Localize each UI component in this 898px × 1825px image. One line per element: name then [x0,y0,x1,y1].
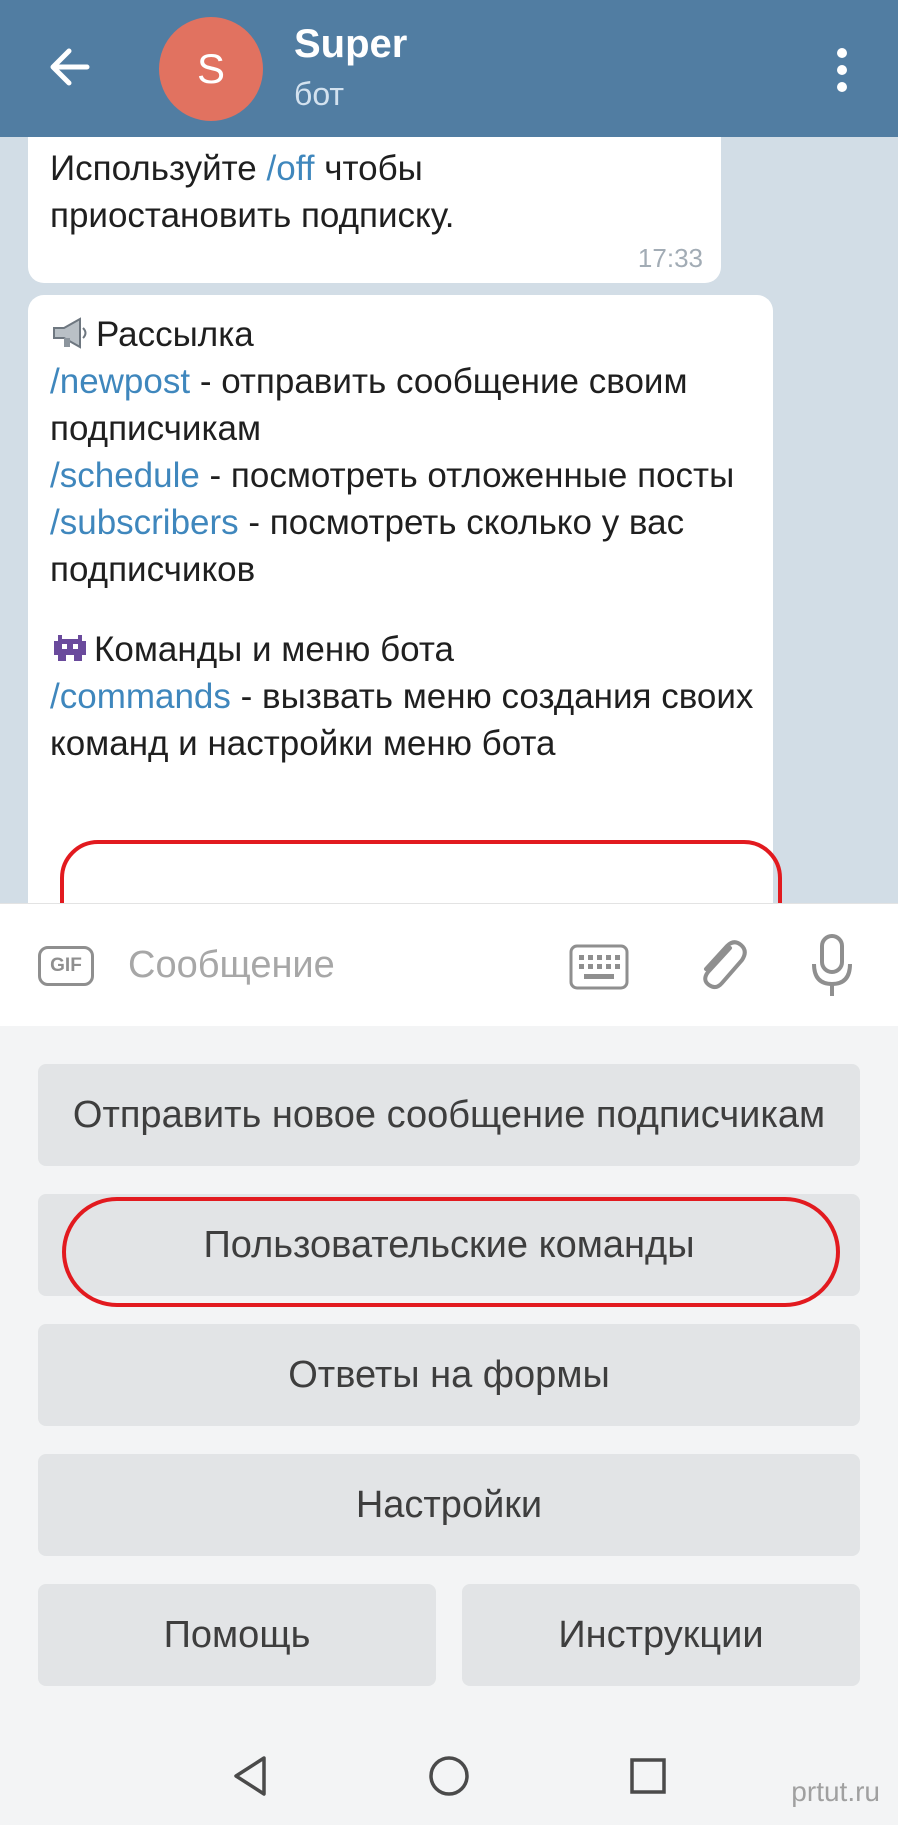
nav-recents-button[interactable] [618,1746,678,1806]
section-title: Команды и меню бота [94,630,454,669]
chat-title[interactable]: Super [294,22,407,67]
nav-home-icon [429,1756,469,1796]
message-text: Рассылка /newpost - отправить сообщение … [50,311,762,767]
nav-back-button[interactable] [220,1746,280,1806]
menu-button[interactable] [820,40,864,100]
nav-back-icon [234,1756,266,1796]
keyboard-button-form-answers[interactable]: Ответы на формы [38,1324,860,1426]
message-bubble[interactable]: Рассылка /newpost - отправить сообщение … [28,295,782,903]
command-link-commands[interactable]: /commands [50,677,231,716]
chat-area[interactable]: Используйте /off чтобы приостановить под… [0,137,898,903]
avatar[interactable]: S [159,17,263,121]
arrow-left-icon [50,48,90,86]
message-input[interactable] [128,934,548,996]
message-bubble[interactable]: Используйте /off чтобы приостановить под… [28,137,721,283]
more-vertical-icon [837,48,847,92]
message-text-prefix: Используйте [50,149,267,188]
nav-home-button[interactable] [419,1746,479,1806]
command-link-off[interactable]: /off [267,149,315,188]
command-link-subscribers[interactable]: /subscribers [50,503,239,542]
message-time: 17:33 [637,243,703,273]
command-link-schedule[interactable]: /schedule [50,456,200,495]
nav-recents-icon [630,1758,666,1794]
keyboard-button-send-new-message[interactable]: Отправить новое сообщение подписчикам [38,1064,860,1166]
section-heading: Команды и меню бота [50,626,762,673]
command-line: /newpost - отправить сообщение своим под… [50,358,762,452]
command-description: - посмотреть отложенные посты [199,456,735,495]
command-line: /schedule - посмотреть отложенные посты [50,452,762,499]
megaphone-icon [53,317,87,349]
keyboard-button-instructions[interactable]: Инструкции [462,1584,860,1686]
gif-button[interactable]: GIF [38,946,94,986]
section-title: Рассылка [96,315,254,354]
highlight-outline [60,840,782,903]
paperclip-icon[interactable] [690,934,750,996]
keyboard-button-custom-commands[interactable]: Пользовательские команды [38,1194,860,1296]
chat-header: S Super бот [0,0,898,137]
system-nav-bar: prtut.ru [0,1726,898,1825]
bot-keyboard: Отправить новое сообщение подписчикам По… [0,1026,898,1726]
command-link-newpost[interactable]: /newpost [50,362,190,401]
back-button[interactable] [38,36,100,98]
command-line: /subscribers - посмотреть сколько у вас … [50,499,762,593]
section-heading: Рассылка [50,311,762,358]
keyboard-button-settings[interactable]: Настройки [38,1454,860,1556]
command-line: /commands - вызвать меню создания своих … [50,673,762,767]
keyboard-icon[interactable] [568,942,630,992]
alien-monster-icon [54,635,86,661]
keyboard-button-help[interactable]: Помощь [38,1584,436,1686]
message-input-bar: GIF [0,903,898,1026]
microphone-icon[interactable] [808,932,856,1000]
watermark: prtut.ru [791,1776,880,1807]
chat-subtitle: бот [294,76,345,112]
message-text: Используйте /off чтобы приостановить под… [50,145,670,239]
